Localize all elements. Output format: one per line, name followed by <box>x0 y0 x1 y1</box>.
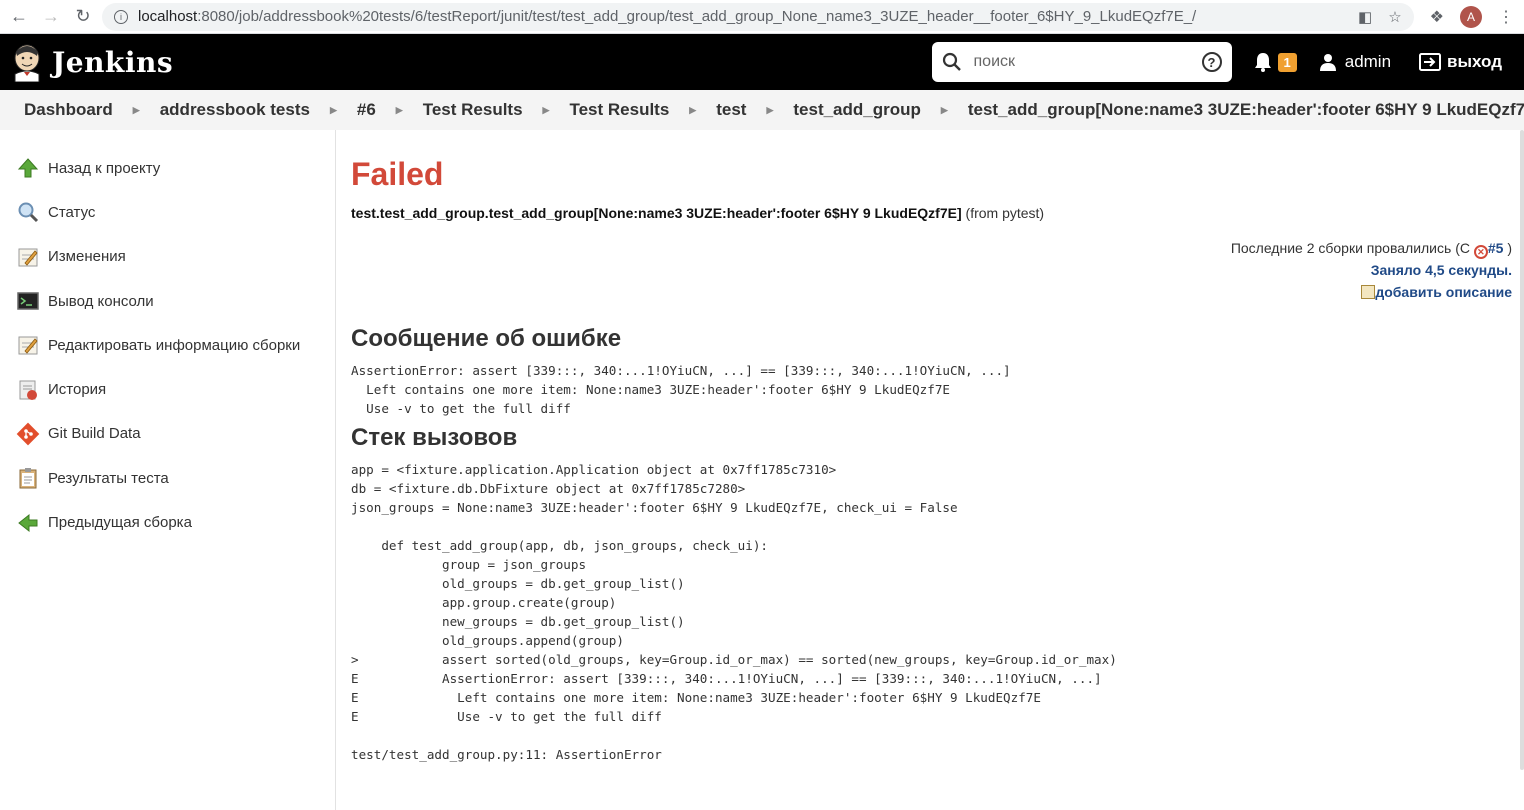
failed-builds-suffix: ) <box>1503 240 1512 256</box>
sidebar-item-status[interactable]: Статус <box>0 190 335 234</box>
user-menu[interactable]: admin <box>1319 52 1391 72</box>
main-content: Failed test.test_add_group.test_add_grou… <box>336 130 1524 810</box>
breadcrumb-separator-icon[interactable]: ▶ <box>330 105 337 116</box>
sidebar-item-label: Изменения <box>48 248 126 266</box>
history-icon <box>16 378 40 402</box>
breadcrumb-item-package[interactable]: test <box>716 100 746 120</box>
add-description-link[interactable]: добавить описание <box>1375 284 1512 300</box>
search-icon <box>942 52 961 71</box>
failed-build-link[interactable]: #5 <box>1488 240 1504 256</box>
bookmark-star-icon[interactable]: ☆ <box>1388 8 1401 26</box>
jenkins-header: Jenkins ? 1 admin выход <box>0 34 1524 90</box>
browser-menu-icon[interactable]: ⋮ <box>1498 7 1514 27</box>
logout-label: выход <box>1447 52 1502 71</box>
error-message-text: AssertionError: assert [339:::, 340:...1… <box>351 363 1011 416</box>
breadcrumb-separator-icon[interactable]: ▶ <box>543 105 550 116</box>
sidebar-item-label: Результаты теста <box>48 469 169 487</box>
sidebar-item-label: Редактировать информацию сборки <box>48 336 301 354</box>
browser-toolbar: ← → ↻ i localhost:8080/job/addressbook%2… <box>0 0 1524 34</box>
breadcrumb-item-job[interactable]: addressbook tests <box>160 100 310 120</box>
breadcrumb-separator-icon[interactable]: ▶ <box>941 105 948 116</box>
page-scrollbar[interactable] <box>1520 130 1524 770</box>
sidebar-item-git-build-data[interactable]: Git Build Data <box>0 412 335 456</box>
arrow-left-icon <box>16 511 40 535</box>
breadcrumb-item-dashboard[interactable]: Dashboard <box>24 100 113 120</box>
arrow-up-icon <box>16 156 40 180</box>
bell-icon <box>1254 53 1271 72</box>
test-full-name: test.test_add_group.test_add_group[None:… <box>351 205 1512 221</box>
sidebar-item-edit-build-info[interactable]: Редактировать информацию сборки <box>0 323 335 367</box>
breadcrumb-item-test-results-2[interactable]: Test Results <box>569 100 669 120</box>
address-bar[interactable]: i localhost:8080/job/addressbook%20tests… <box>102 2 1414 31</box>
site-info-icon[interactable]: i <box>114 9 128 24</box>
jenkins-logo[interactable]: Jenkins <box>12 42 173 82</box>
failed-builds-text: Последние 2 сборки провалились (С <box>1230 240 1474 256</box>
sidebar-item-test-results[interactable]: Результаты теста <box>0 456 335 500</box>
forward-icon[interactable]: → <box>42 6 60 27</box>
breadcrumb-separator-icon[interactable]: ▶ <box>133 105 140 116</box>
sidebar: Назад к проекту Статус Изменения Вывод к… <box>0 130 336 810</box>
url-host: localhost <box>138 8 198 25</box>
user-name: admin <box>1344 52 1392 71</box>
url-path: :8080/job/addressbook%20tests/6/testRepo… <box>197 8 1197 25</box>
breadcrumb: Dashboard ▶ addressbook tests ▶ #6 ▶ Tes… <box>0 90 1524 130</box>
breadcrumb-separator-icon[interactable]: ▶ <box>766 105 773 116</box>
jenkins-brand: Jenkins <box>52 45 174 79</box>
page-title: Failed <box>351 156 444 192</box>
test-source: (from pytest) <box>965 205 1045 221</box>
user-icon <box>1319 54 1336 71</box>
clipboard-icon <box>16 466 40 490</box>
notifications-badge: 1 <box>1277 52 1297 72</box>
breadcrumb-separator-icon[interactable]: ▶ <box>689 105 696 116</box>
reload-icon[interactable]: ↻ <box>74 6 92 27</box>
sidebar-item-label: Git Build Data <box>48 425 141 443</box>
back-icon[interactable]: ← <box>10 6 28 27</box>
git-icon <box>16 422 40 446</box>
stack-trace-text: app = <fixture.application.Application o… <box>351 462 1117 762</box>
failed-builds-info: Последние 2 сборки провалились (С ✕ #5 ) <box>351 237 1512 259</box>
extensions-icon[interactable]: ❖ <box>1430 7 1444 27</box>
notepad-icon <box>16 333 40 357</box>
profile-avatar[interactable]: A <box>1460 5 1482 28</box>
test-name-text: test.test_add_group.test_add_group[None:… <box>351 205 962 221</box>
error-message-heading: Сообщение об ошибке <box>351 325 622 352</box>
sidebar-item-label: Назад к проекту <box>48 159 161 177</box>
help-icon[interactable]: ? <box>1201 52 1222 72</box>
breadcrumb-separator-icon[interactable]: ▶ <box>396 105 403 116</box>
breadcrumb-item-class[interactable]: test_add_group <box>793 100 921 120</box>
notifications-button[interactable]: 1 <box>1254 52 1297 72</box>
edit-description-icon <box>1361 285 1376 299</box>
sidebar-item-console-output[interactable]: Вывод консоли <box>0 279 335 323</box>
build-meta: Последние 2 сборки провалились (С ✕ #5 ) … <box>351 237 1512 303</box>
logout-button[interactable]: выход <box>1419 52 1502 72</box>
sidebar-item-changes[interactable]: Изменения <box>0 235 335 279</box>
sidebar-item-previous-build[interactable]: Предыдущая сборка <box>0 500 335 544</box>
breadcrumb-item-test-results[interactable]: Test Results <box>423 100 523 120</box>
logout-icon <box>1419 53 1442 71</box>
sidebar-item-label: История <box>48 381 107 399</box>
search-box: ? <box>931 42 1232 82</box>
translate-icon[interactable]: ◧ <box>1358 8 1372 26</box>
breadcrumb-item-case[interactable]: test_add_group[None:name3 3UZE:header':f… <box>968 100 1524 120</box>
sidebar-item-back-to-project[interactable]: Назад к проекту <box>0 146 335 190</box>
search-input[interactable] <box>973 53 1190 71</box>
sidebar-item-label: Вывод консоли <box>48 292 154 310</box>
sidebar-item-label: Статус <box>48 203 96 221</box>
sidebar-item-history[interactable]: История <box>0 367 335 411</box>
stack-trace-heading: Стек вызовов <box>351 424 518 451</box>
jenkins-butler-icon <box>14 44 40 82</box>
magnifier-icon <box>16 200 40 224</box>
breadcrumb-item-build[interactable]: #6 <box>357 100 376 120</box>
sidebar-item-label: Предыдущая сборка <box>48 514 192 532</box>
notepad-icon <box>16 245 40 269</box>
terminal-icon <box>16 289 40 313</box>
duration-link[interactable]: Заняло 4,5 секунды. <box>1371 262 1512 278</box>
failed-build-icon: ✕ <box>1473 245 1488 259</box>
